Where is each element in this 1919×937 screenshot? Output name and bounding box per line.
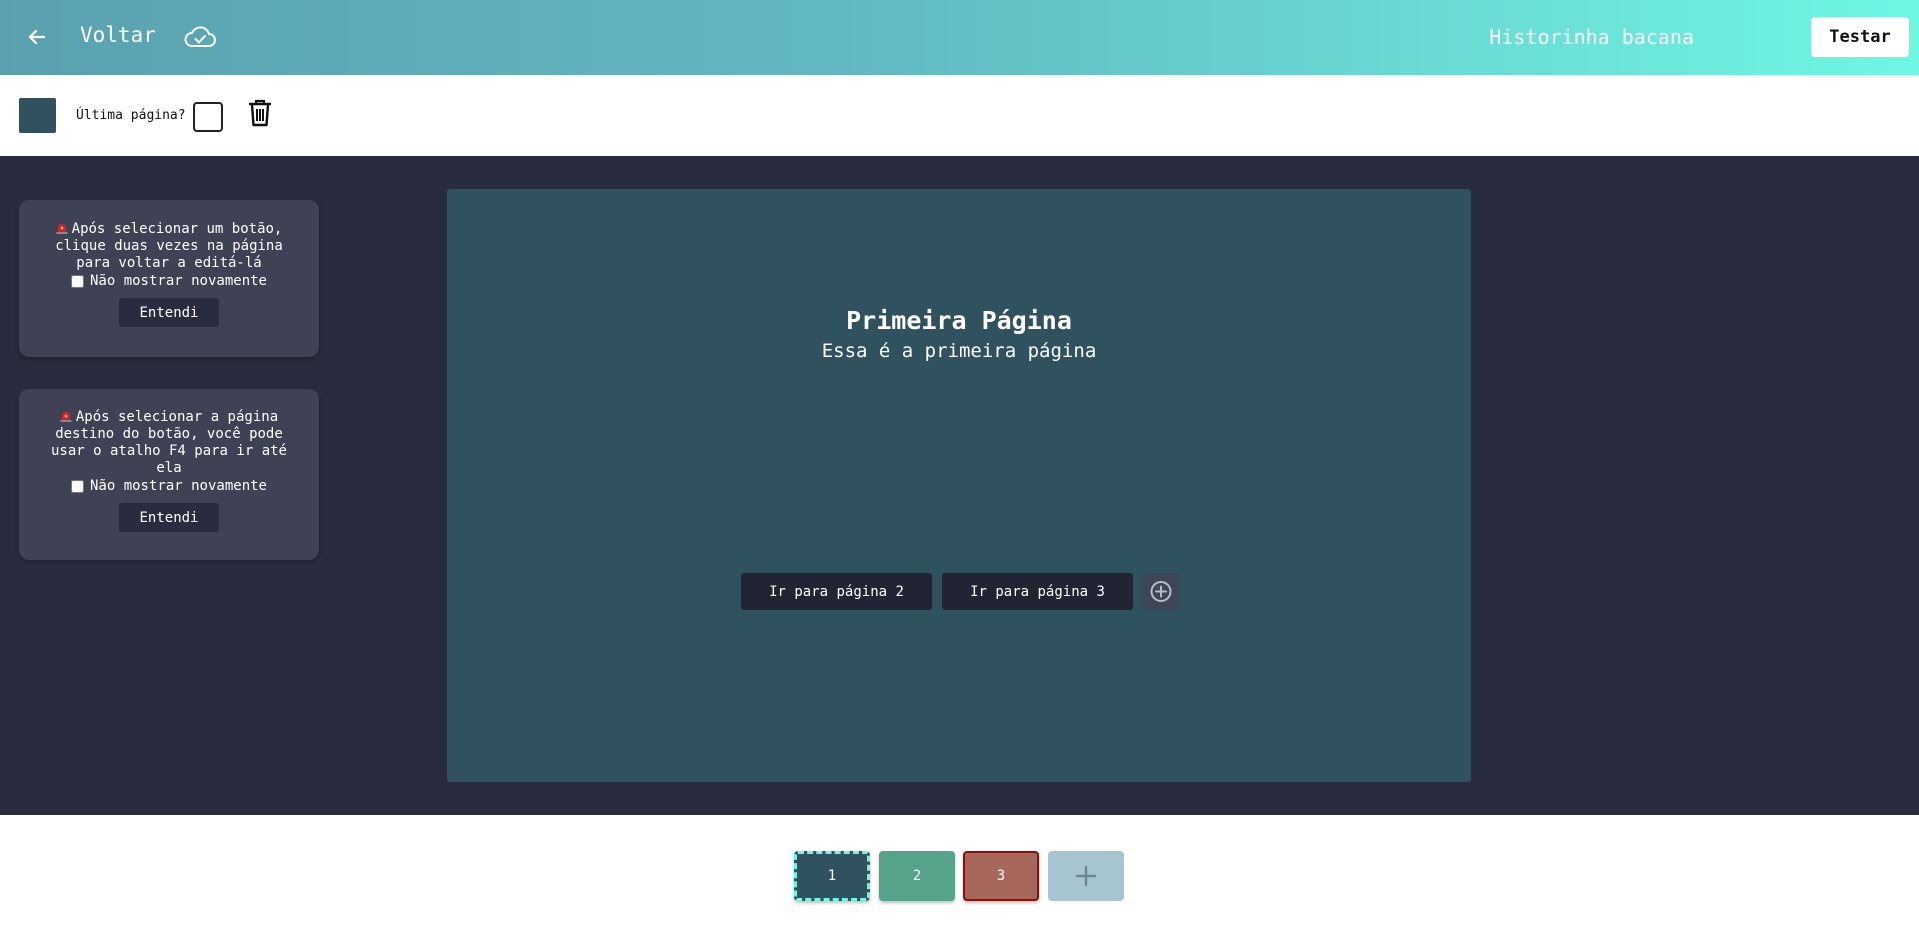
page-thumbnail-1[interactable]: 1: [794, 851, 870, 901]
add-page-button[interactable]: [1048, 851, 1124, 901]
understood-button[interactable]: Entendi: [119, 298, 219, 327]
tip-card-shortcut: Após selecionar a página destino do botã…: [19, 389, 319, 560]
tip-text: Após selecionar a página destino do botã…: [50, 409, 287, 476]
page-canvas[interactable]: Primeira Página Essa é a primeira página…: [447, 189, 1471, 782]
page-number: 2: [912, 868, 922, 884]
dont-show-row: Não mostrar novamente: [19, 273, 319, 289]
cloud-check-icon: [183, 22, 217, 52]
siren-icon: [60, 410, 72, 422]
choice-button-page-3[interactable]: Ir para página 3: [942, 573, 1133, 610]
page-number: 1: [827, 868, 837, 884]
understood-button[interactable]: Entendi: [119, 503, 219, 532]
page-toolbar: Última página?: [0, 75, 1919, 156]
plus-circle-icon: [1150, 581, 1172, 602]
choice-button-page-2[interactable]: Ir para página 2: [741, 573, 932, 610]
page-number: 3: [996, 868, 1006, 884]
editor-workspace: Após selecionar um botão, clique duas ve…: [0, 156, 1919, 815]
arrow-left-icon[interactable]: [22, 22, 52, 52]
page-thumbnail-2[interactable]: 2: [879, 851, 955, 901]
page-color-picker[interactable]: [19, 98, 56, 133]
top-bar: Voltar Historinha bacana Testar: [0, 0, 1919, 75]
dont-show-checkbox[interactable]: [70, 479, 84, 493]
last-page-label: Última página?: [76, 108, 186, 123]
add-choice-button[interactable]: [1143, 573, 1179, 610]
page-thumbnail-3[interactable]: 3: [963, 851, 1039, 901]
trash-icon[interactable]: [247, 98, 273, 128]
page-subtitle[interactable]: Essa é a primeira página: [447, 340, 1471, 362]
test-button[interactable]: Testar: [1811, 17, 1909, 57]
dont-show-row: Não mostrar novamente: [19, 478, 319, 494]
last-page-checkbox[interactable]: [193, 102, 223, 132]
story-title[interactable]: Historinha bacana: [1489, 25, 1694, 49]
pages-bar: 1 2 3: [0, 815, 1919, 937]
tip-message: Após selecionar a página destino do botã…: [19, 409, 319, 477]
dont-show-checkbox[interactable]: [70, 274, 84, 288]
tip-card-edit: Após selecionar um botão, clique duas ve…: [19, 200, 319, 357]
plus-icon: [1075, 865, 1097, 887]
dont-show-label: Não mostrar novamente: [89, 478, 267, 494]
back-label[interactable]: Voltar: [80, 23, 156, 47]
siren-icon: [56, 222, 68, 234]
dont-show-label: Não mostrar novamente: [89, 273, 267, 289]
tip-text: Após selecionar um botão, clique duas ve…: [55, 221, 283, 271]
page-title[interactable]: Primeira Página: [447, 306, 1471, 335]
tip-message: Após selecionar um botão, clique duas ve…: [19, 221, 319, 272]
